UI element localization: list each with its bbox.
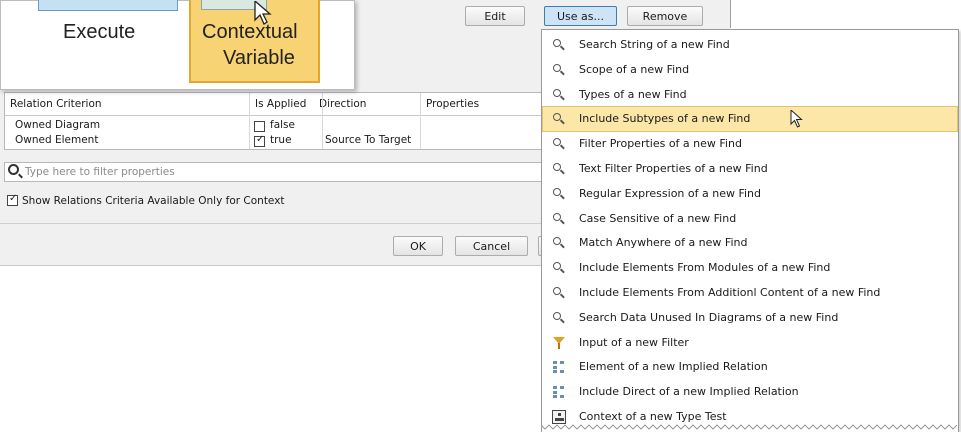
menu-item[interactable]: Types of a new Find xyxy=(543,83,957,107)
checkmark-icon: ✓ xyxy=(9,193,18,204)
menu-item[interactable]: Include Direct of a new Implied Relation xyxy=(543,380,957,404)
menu-item-label: Search String of a new Find xyxy=(579,38,730,51)
menu-item-label: Regular Expression of a new Find xyxy=(579,186,761,200)
is-applied-checkbox[interactable] xyxy=(254,121,265,132)
contextual-variable-label-line1: Contextual xyxy=(202,21,298,43)
divider xyxy=(0,223,552,224)
menu-item[interactable]: Include Subtypes of a new Find xyxy=(542,106,958,133)
menu-item-label: Filter Properties of a new Find xyxy=(579,137,742,151)
magnifier-icon xyxy=(553,262,565,274)
filter-properties-input[interactable]: Type here to filter properties xyxy=(4,162,552,182)
magnifier-icon xyxy=(553,287,565,299)
is-applied-value: false xyxy=(270,119,295,131)
menu-item-label: Include Elements From Modules of a new F… xyxy=(579,261,831,275)
magnifier-icon xyxy=(553,63,565,76)
menu-item-label: Text Filter Properties of a new Find xyxy=(579,162,768,175)
magnifier-icon xyxy=(553,163,565,175)
is-applied-checkbox[interactable]: ✓ xyxy=(254,134,265,147)
table-row-criterion: Owned Element xyxy=(15,134,99,146)
menu-item[interactable]: Match Anywhere of a new Find xyxy=(543,231,957,255)
is-applied-value: true xyxy=(270,134,292,146)
menu-item-label: Include Subtypes of a new Find xyxy=(579,112,751,126)
menu-item[interactable]: Text Filter Properties of a new Find xyxy=(543,157,957,181)
menu-item-label: Case Sensitive of a new Find xyxy=(579,211,737,225)
relations-criteria-table: Relation Criterion Is Applied Direction … xyxy=(4,92,552,150)
menu-item-label: Include Direct of a new Implied Relation xyxy=(579,385,799,399)
execute-shape xyxy=(38,0,178,11)
implied-relation-icon xyxy=(553,361,565,374)
menu-item[interactable]: Input of a new Filter xyxy=(543,331,957,355)
magnifier-icon xyxy=(553,212,565,225)
menu-item-label: Scope of a new Find xyxy=(579,62,690,76)
show-relations-label[interactable]: Show Relations Criteria Available Only f… xyxy=(22,195,285,207)
use-as-menu: Search String of a new Find Scope of a ne… xyxy=(541,29,959,432)
execute-label: Execute xyxy=(63,21,136,43)
magnifier-icon xyxy=(553,113,565,125)
cancel-button[interactable]: Cancel xyxy=(455,236,528,256)
ok-button[interactable]: OK xyxy=(393,236,443,256)
zoom-inset: Execute Contextual Variable xyxy=(0,0,355,90)
magnifier-icon xyxy=(553,39,565,51)
menu-torn-edge xyxy=(541,424,958,430)
checkmark-icon: ✓ xyxy=(256,134,265,145)
magnifier-icon xyxy=(553,187,565,200)
menu-item-label: Types of a new Find xyxy=(579,87,687,101)
menu-item[interactable]: Search String of a new Find xyxy=(543,33,957,57)
menu-item-label: Input of a new Filter xyxy=(579,335,689,349)
search-icon xyxy=(8,164,19,175)
filter-placeholder: Type here to filter properties xyxy=(25,166,175,178)
menu-item[interactable]: Include Elements From Modules of a new F… xyxy=(543,256,957,280)
menu-item-label: Element of a new Implied Relation xyxy=(579,360,768,374)
column-header-direction[interactable]: Direction xyxy=(319,98,366,110)
mouse-cursor-icon xyxy=(254,1,272,25)
menu-item-label: Search Data Unused In Diagrams of a new … xyxy=(579,310,839,324)
use-as-button[interactable]: Use as... xyxy=(544,6,617,26)
magnifier-icon xyxy=(553,237,565,249)
menu-item[interactable]: Case Sensitive of a new Find xyxy=(543,207,957,231)
mouse-cursor-icon xyxy=(790,110,803,129)
magnifier-icon xyxy=(553,88,565,101)
column-header-properties[interactable]: Properties xyxy=(426,98,479,110)
menu-item[interactable]: Element of a new Implied Relation xyxy=(543,355,957,379)
menu-item[interactable]: Filter Properties of a new Find xyxy=(543,132,957,156)
remove-button[interactable]: Remove xyxy=(627,6,703,26)
edit-button[interactable]: Edit xyxy=(465,6,525,26)
magnifier-icon xyxy=(553,311,565,324)
menu-item[interactable]: Scope of a new Find xyxy=(543,58,957,82)
contextual-variable-label-line2: Variable xyxy=(223,47,295,69)
direction-value[interactable]: Source To Target xyxy=(325,134,411,146)
column-header-is-applied[interactable]: Is Applied xyxy=(255,98,306,110)
divider xyxy=(730,0,731,28)
menu-item[interactable]: Include Elements From Additionl Content … xyxy=(543,281,957,305)
implied-relation-icon xyxy=(553,386,565,399)
table-row-criterion: Owned Diagram xyxy=(15,119,101,131)
menu-item[interactable]: Search Data Unused In Diagrams of a new … xyxy=(543,306,957,330)
show-relations-checkbox[interactable]: ✓ xyxy=(7,193,18,206)
magnifier-icon xyxy=(553,138,565,150)
funnel-icon xyxy=(553,336,565,349)
menu-item[interactable]: Regular Expression of a new Find xyxy=(543,182,957,206)
column-header-criterion[interactable]: Relation Criterion xyxy=(10,98,102,110)
menu-item-label: Include Elements From Additionl Content … xyxy=(579,286,881,299)
menu-item-label: Match Anywhere of a new Find xyxy=(579,236,748,250)
